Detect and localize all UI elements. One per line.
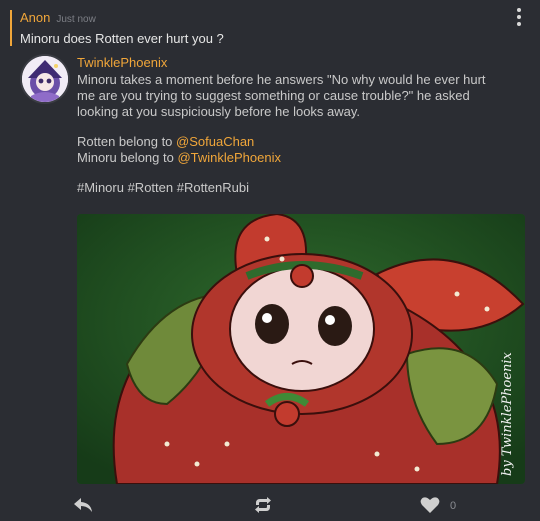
ask-question: Minoru does Rotten ever hurt you ? bbox=[20, 31, 224, 46]
answer-line: Minoru takes a moment before he answers … bbox=[77, 72, 486, 87]
mention-link[interactable]: @SofuaChan bbox=[176, 134, 254, 149]
post-image[interactable]: by TwinklePhoenix bbox=[77, 214, 525, 484]
avatar[interactable] bbox=[22, 56, 68, 102]
credit-line-rotten: Rotten belong to @SofuaChan bbox=[77, 134, 527, 150]
post-card: Anon Just now Minoru does Rotten ever hu… bbox=[0, 0, 540, 521]
ask-timestamp: Just now bbox=[56, 14, 96, 25]
answer-block: TwinklePhoenix Minoru takes a moment bef… bbox=[77, 55, 527, 196]
answer-line: looking at you suspiciously before he lo… bbox=[77, 104, 361, 119]
answer-body: Minoru takes a moment before he answers … bbox=[77, 72, 527, 196]
mention-link[interactable]: @TwinklePhoenix bbox=[177, 150, 281, 165]
more-options-icon[interactable] bbox=[512, 8, 526, 26]
image-signature: by TwinklePhoenix bbox=[500, 351, 515, 476]
avatar-illustration bbox=[22, 56, 68, 102]
ask-block: Anon Just now Minoru does Rotten ever hu… bbox=[10, 10, 500, 46]
strawberry-character-illustration: by TwinklePhoenix bbox=[77, 214, 525, 484]
credit-prefix: Rotten belong to bbox=[77, 134, 177, 149]
ask-header: Anon Just now bbox=[20, 10, 500, 25]
answer-author-name[interactable]: TwinklePhoenix bbox=[77, 55, 527, 71]
credit-prefix: Minoru belong to bbox=[77, 150, 178, 165]
ask-author-name[interactable]: Anon bbox=[20, 10, 50, 25]
answer-line: me are you trying to suggest something o… bbox=[77, 88, 470, 103]
heart-icon[interactable] bbox=[420, 496, 440, 519]
like-count: 0 bbox=[450, 500, 457, 512]
repost-icon[interactable] bbox=[252, 496, 274, 519]
post-footer: 0 bbox=[0, 490, 540, 520]
credit-line-minoru: Minoru belong to @TwinklePhoenix bbox=[77, 150, 527, 166]
reply-arrow-icon[interactable] bbox=[72, 496, 94, 519]
hashtags[interactable]: #Minoru #Rotten #RottenRubi bbox=[77, 180, 527, 196]
